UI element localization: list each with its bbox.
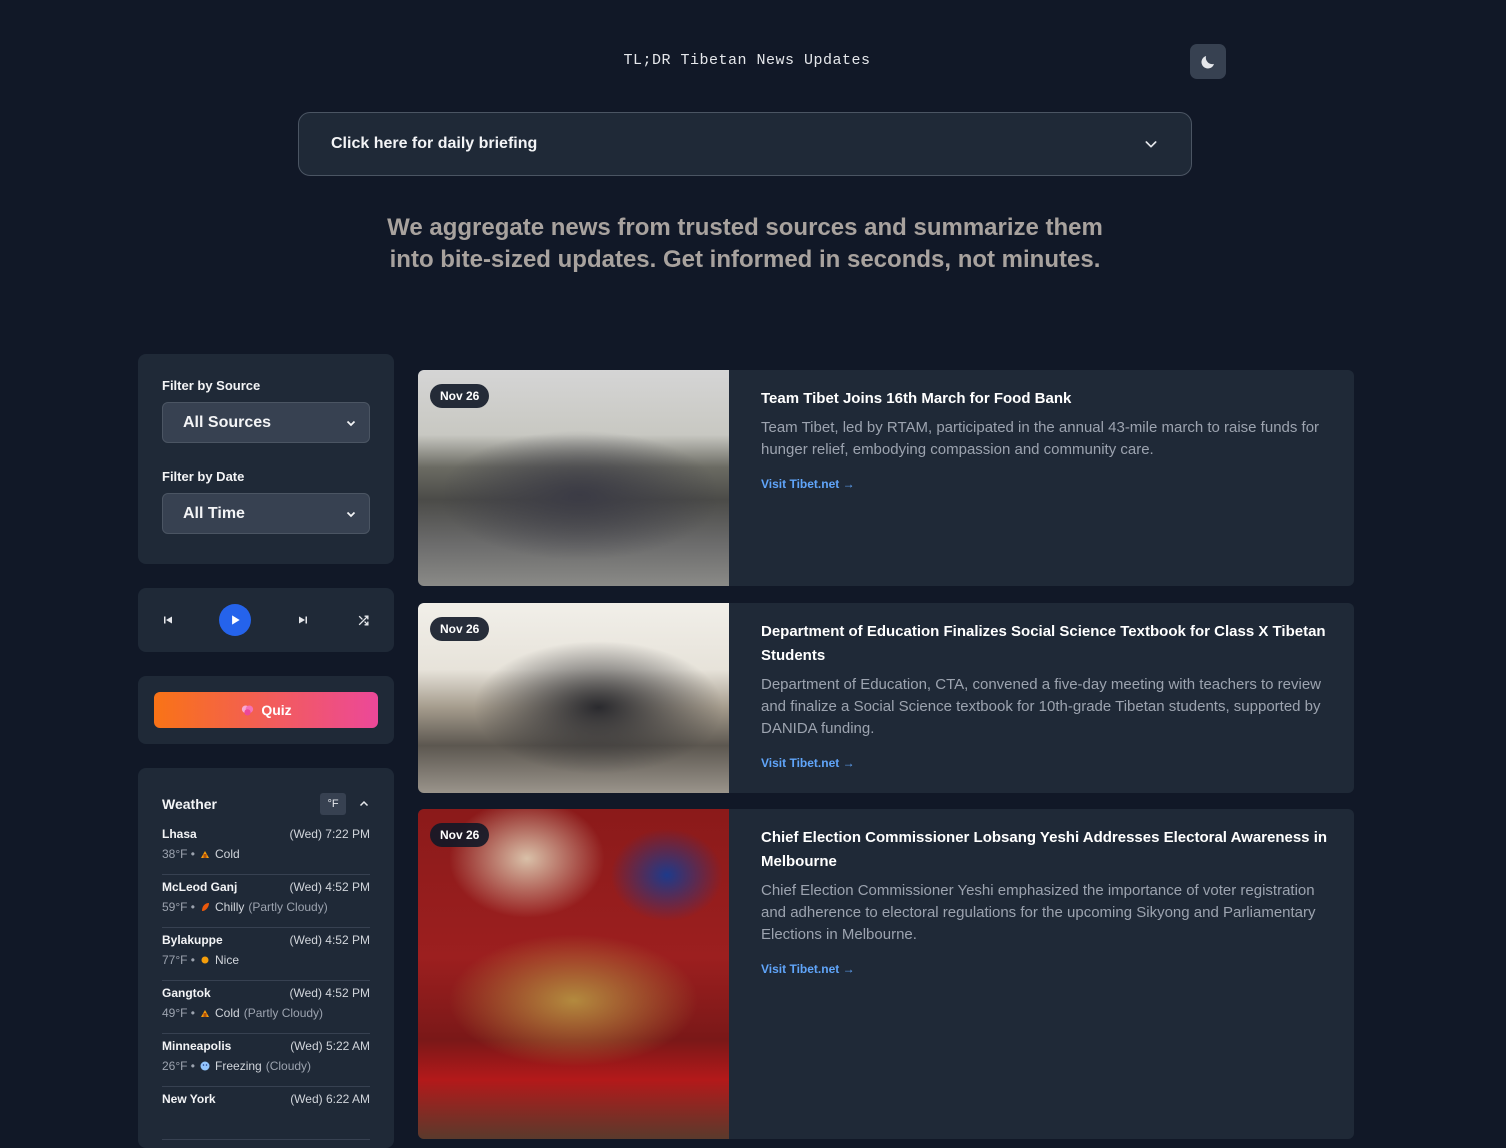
quiz-label: Quiz bbox=[261, 702, 292, 718]
source-select-value: All Sources bbox=[183, 413, 272, 431]
temperature: 49°F • bbox=[162, 1006, 196, 1020]
date-select[interactable]: All Time bbox=[162, 493, 370, 534]
local-time: (Wed) 4:52 PM bbox=[289, 880, 370, 894]
condition-detail: (Partly Cloudy) bbox=[243, 1006, 324, 1020]
visit-link[interactable]: Visit Tibet.net → bbox=[761, 962, 855, 976]
previous-button[interactable] bbox=[158, 610, 178, 630]
local-time: (Wed) 4:52 PM bbox=[289, 986, 370, 1000]
article-image-melbourne-event: Nov 26 bbox=[418, 809, 729, 1139]
sun-icon bbox=[201, 956, 209, 964]
article-summary: Team Tibet, led by RTAM, participated in… bbox=[761, 419, 1320, 458]
temperature: 59°F • bbox=[162, 900, 196, 914]
site-title: TL;DR Tibetan News Updates bbox=[623, 52, 871, 69]
local-time: (Wed) 4:52 PM bbox=[289, 933, 370, 947]
condition: Cold bbox=[215, 847, 240, 861]
article-title[interactable]: Department of Education Finalizes Social… bbox=[761, 620, 1338, 668]
chilly-icon bbox=[202, 903, 210, 911]
news-card[interactable]: Nov 26 Chief Election Commissioner Lobsa… bbox=[418, 809, 1354, 1139]
date-badge: Nov 26 bbox=[430, 823, 490, 847]
date-badge: Nov 26 bbox=[430, 384, 490, 408]
weather-row-gangtok: Gangtok (Wed) 4:52 PM 49°F • Cold (Partly… bbox=[162, 982, 370, 1034]
theme-toggle-button[interactable] bbox=[1190, 44, 1226, 79]
city-name: Gangtok bbox=[162, 986, 211, 1000]
chevron-down-icon bbox=[346, 420, 356, 426]
city-name: McLeod Ganj bbox=[162, 880, 238, 894]
quiz-button[interactable]: Quiz bbox=[154, 692, 378, 728]
temperature: 77°F • bbox=[162, 953, 196, 967]
date-filter-label: Filter by Date bbox=[162, 469, 245, 484]
unit-toggle-button[interactable]: °F bbox=[320, 793, 346, 815]
condition-detail: (Cloudy) bbox=[265, 1059, 312, 1073]
news-card[interactable]: Nov 26 Department of Education Finalizes… bbox=[418, 603, 1354, 793]
city-name: Minneapolis bbox=[162, 1039, 232, 1053]
article-image-education-meeting: Nov 26 bbox=[418, 603, 729, 793]
chevron-up-icon[interactable] bbox=[358, 798, 370, 810]
visit-link[interactable]: Visit Tibet.net → bbox=[761, 756, 855, 770]
chevron-down-icon bbox=[346, 511, 356, 517]
condition: Cold bbox=[215, 1006, 240, 1020]
article-summary: Chief Election Commissioner Yeshi emphas… bbox=[761, 882, 1316, 943]
weather-row-mcleod-ganj: McLeod Ganj (Wed) 4:52 PM 59°F • Chilly (… bbox=[162, 876, 370, 928]
city-name: New York bbox=[162, 1092, 216, 1106]
condition: Freezing bbox=[215, 1059, 262, 1073]
source-select[interactable]: All Sources bbox=[162, 402, 370, 443]
source-filter-label: Filter by Source bbox=[162, 378, 261, 393]
condition-detail: (Partly Cloudy) bbox=[248, 900, 328, 914]
filter-panel: Filter by Source All Sources Filter by D… bbox=[138, 354, 394, 564]
article-title[interactable]: Team Tibet Joins 16th March for Food Ban… bbox=[761, 387, 1338, 411]
date-select-value: All Time bbox=[183, 504, 245, 522]
next-button[interactable] bbox=[293, 610, 313, 630]
play-icon bbox=[232, 615, 240, 625]
news-card[interactable]: Nov 26 Team Tibet Joins 16th March for F… bbox=[418, 370, 1354, 586]
weather-row-lhasa: Lhasa (Wed) 7:22 PM 38°F • Cold bbox=[162, 823, 370, 875]
audio-player bbox=[138, 588, 394, 652]
article-summary: Department of Education, CTA, convened a… bbox=[761, 676, 1322, 737]
cold-icon bbox=[201, 1010, 210, 1017]
quiz-panel: Quiz bbox=[138, 676, 394, 744]
weather-row-new-york: New York (Wed) 6:22 AM bbox=[162, 1088, 370, 1140]
local-time: (Wed) 6:22 AM bbox=[290, 1092, 370, 1106]
condition: Chilly bbox=[215, 900, 245, 914]
local-time: (Wed) 7:22 PM bbox=[289, 827, 370, 841]
date-badge: Nov 26 bbox=[430, 617, 490, 641]
briefing-label: Click here for daily briefing bbox=[331, 135, 538, 152]
city-name: Bylakuppe bbox=[162, 933, 223, 947]
freezing-face-icon bbox=[200, 1061, 210, 1071]
brain-icon bbox=[242, 705, 254, 715]
daily-briefing-toggle[interactable]: Click here for daily briefing bbox=[298, 112, 1192, 176]
chevron-down-icon bbox=[1145, 141, 1157, 148]
cold-icon bbox=[201, 851, 210, 858]
temperature: 38°F • bbox=[162, 847, 196, 861]
local-time: (Wed) 5:22 AM bbox=[290, 1039, 370, 1053]
tagline: We aggregate news from trusted sources a… bbox=[387, 214, 1103, 273]
article-title[interactable]: Chief Election Commissioner Lobsang Yesh… bbox=[761, 826, 1338, 874]
condition: Nice bbox=[215, 953, 240, 967]
article-body: Chief Election Commissioner Lobsang Yesh… bbox=[729, 809, 1354, 1139]
temperature: 26°F • bbox=[162, 1059, 196, 1073]
moon-icon bbox=[1201, 55, 1214, 69]
weather-panel: Weather °F Lhasa (Wed) 7:22 PM 38°F • Col… bbox=[138, 768, 394, 1148]
skip-forward-icon bbox=[298, 616, 307, 624]
city-name: Lhasa bbox=[162, 827, 197, 841]
weather-title: Weather bbox=[162, 796, 217, 812]
shuffle-icon bbox=[359, 614, 369, 626]
article-image-march: Nov 26 bbox=[418, 370, 729, 586]
article-body: Department of Education Finalizes Social… bbox=[729, 603, 1354, 793]
shuffle-button[interactable] bbox=[354, 610, 374, 630]
play-button[interactable] bbox=[219, 604, 252, 636]
weather-row-bylakuppe: Bylakuppe (Wed) 4:52 PM 77°F • Nice bbox=[162, 929, 370, 981]
skip-back-icon bbox=[164, 616, 172, 624]
article-body: Team Tibet Joins 16th March for Food Ban… bbox=[729, 370, 1354, 586]
weather-row-minneapolis: Minneapolis (Wed) 5:22 AM 26°F • Freezing… bbox=[162, 1035, 370, 1087]
visit-link[interactable]: Visit Tibet.net → bbox=[761, 477, 855, 491]
